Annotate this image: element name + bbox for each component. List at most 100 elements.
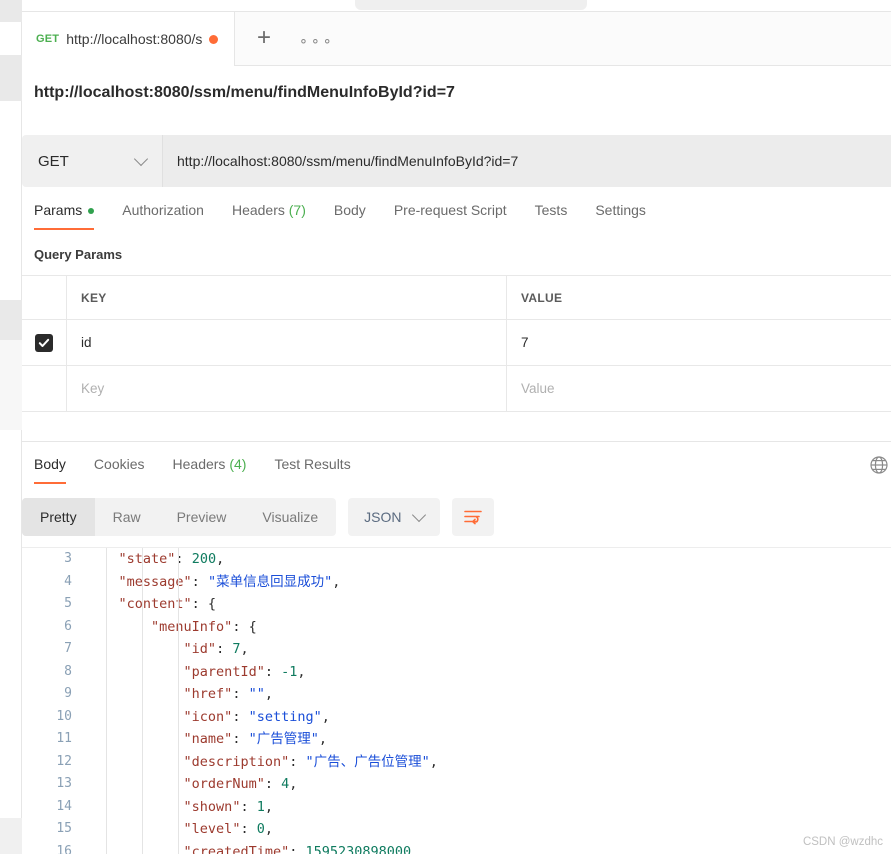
code-text: "orderNum": 4, [183, 776, 298, 792]
code-text: "icon": "setting", [183, 708, 330, 725]
line-number: 6 [64, 618, 72, 634]
tab-params[interactable]: Params [22, 198, 108, 230]
line-number: 10 [56, 708, 72, 724]
code-line: 8 "parentId": -1, [22, 661, 891, 684]
code-line: 14 "shown": 1, [22, 796, 891, 819]
postman-window: GET http://localhost:8080/s + ⚬⚬⚬ http:/… [0, 0, 891, 854]
response-format-select[interactable]: JSON [348, 498, 440, 536]
code-line: 16 "createdTime": 1595230898000, [22, 841, 891, 854]
method-select-value: GET [38, 152, 69, 170]
empty-row-checkbox-cell [22, 366, 67, 411]
response-tab-body[interactable]: Body [22, 452, 80, 484]
code-text: "level": 0, [183, 821, 273, 837]
view-mode-raw[interactable]: Raw [95, 498, 159, 536]
new-value-placeholder[interactable]: Value [521, 381, 555, 396]
code-text: "content": { [118, 596, 217, 612]
vertical-scrollbar-thumb[interactable] [0, 300, 22, 340]
tab-settings[interactable]: Settings [581, 198, 660, 230]
response-tab-test-results[interactable]: Test Results [260, 452, 364, 484]
code-text: "menuInfo": { [151, 618, 257, 635]
code-text: "message": "菜单信息回显成功", [118, 573, 341, 590]
view-mode-visualize-label: Visualize [262, 509, 319, 525]
code-line: 13 "orderNum": 4, [22, 773, 891, 796]
code-text: "parentId": -1, [183, 663, 306, 680]
page-title: http://localhost:8080/ssm/menu/findMenuI… [34, 84, 455, 101]
tab-headers-label: Headers [231, 202, 285, 218]
response-tab-headers-label: Headers [172, 456, 226, 472]
view-mode-preview-label: Preview [176, 509, 227, 525]
plus-icon[interactable]: + [251, 26, 277, 52]
line-number: 3 [64, 551, 72, 566]
code-line: 15 "level": 0, [22, 818, 891, 841]
code-line: 11 "name": "广告管理", [22, 728, 891, 751]
line-number: 4 [64, 573, 72, 589]
json-code: 3 "state": 200, 4 "message": "菜单信息回显成功", 5… [22, 548, 891, 854]
tab-pre-request-script[interactable]: Pre-request Script [380, 198, 521, 230]
global-search-pill[interactable] [355, 0, 587, 10]
tab-params-label: Params [34, 202, 83, 218]
view-mode-preview[interactable]: Preview [159, 498, 245, 536]
view-mode-pretty[interactable]: Pretty [22, 498, 95, 536]
code-line: 3 "state": 200, [22, 548, 891, 571]
tab-authorization[interactable]: Authorization [108, 198, 218, 230]
row-checkbox[interactable] [35, 333, 53, 352]
query-params-table: KEY VALUE id 7 Key Value [22, 275, 891, 454]
method-select[interactable]: GET [22, 135, 162, 187]
query-params-title: Query Params [34, 247, 123, 262]
response-tab-cookies[interactable]: Cookies [80, 452, 159, 484]
row-key-value[interactable]: id [81, 335, 92, 350]
row-value-value[interactable]: 7 [521, 335, 529, 350]
response-body-viewer[interactable]: 3 "state": 200, 4 "message": "菜单信息回显成功", 5… [22, 547, 891, 854]
ellipsis-icon[interactable]: ⚬⚬⚬ [298, 34, 333, 49]
request-tab[interactable]: GET http://localhost:8080/s [22, 12, 235, 66]
code-line: 5 "content": { [22, 593, 891, 616]
tab-settings-label: Settings [595, 202, 646, 218]
column-header-value: VALUE [521, 290, 563, 305]
new-key-placeholder[interactable]: Key [81, 381, 104, 396]
header-checkbox-cell [22, 276, 67, 319]
code-line: 10 "icon": "setting", [22, 706, 891, 729]
params-active-dot [88, 208, 95, 215]
watermark: CSDN @wzdhc [802, 836, 883, 848]
tab-tests-label: Tests [534, 202, 568, 218]
line-number: 9 [64, 686, 72, 701]
view-mode-segmented: Pretty Raw Preview Visualize [22, 498, 337, 536]
response-tab-test-results-label: Test Results [274, 456, 351, 472]
request-url-input[interactable] [162, 135, 891, 187]
left-rail [0, 0, 22, 854]
tab-method-label: GET [36, 33, 60, 45]
globe-icon[interactable] [869, 455, 889, 475]
code-text: "id": 7, [183, 641, 249, 657]
response-tabs: Body Cookies Headers (4) Test Results [22, 452, 891, 488]
code-line: 12 "description": "广告、广告位管理", [22, 751, 891, 774]
tab-tests[interactable]: Tests [521, 198, 582, 230]
response-tab-headers[interactable]: Headers (4) [159, 452, 261, 484]
tab-body-label: Body [333, 202, 366, 218]
code-text: "shown": 1, [183, 798, 273, 815]
wrap-lines-icon[interactable] [451, 498, 494, 536]
chevron-down-icon [133, 151, 149, 167]
view-mode-visualize[interactable]: Visualize [244, 498, 336, 536]
table-row[interactable]: id 7 [22, 320, 891, 366]
rail-segment [0, 818, 22, 854]
response-format-toolbar: Pretty Raw Preview Visualize JSON [22, 496, 891, 538]
rail-segment [0, 0, 22, 22]
line-number: 5 [64, 596, 72, 611]
line-number: 15 [56, 821, 72, 836]
tab-body[interactable]: Body [320, 198, 380, 230]
line-number: 12 [56, 753, 72, 769]
url-bar: GET [22, 135, 891, 187]
table-row-empty[interactable]: Key Value [22, 366, 891, 412]
tab-headers[interactable]: Headers (7) [218, 198, 320, 230]
table-header-row: KEY VALUE [22, 276, 891, 320]
code-line: 9 "href": "", [22, 683, 891, 706]
code-line: 7 "id": 7, [22, 638, 891, 661]
code-text: "name": "广告管理", [183, 731, 327, 747]
rail-segment [0, 340, 22, 430]
code-text: "href": "", [183, 686, 273, 702]
tab-pre-request-script-label: Pre-request Script [393, 202, 507, 218]
code-line: 4 "message": "菜单信息回显成功", [22, 571, 891, 594]
response-format-value: JSON [364, 509, 402, 525]
tab-headers-count: (7) [288, 202, 306, 218]
chevron-down-icon [411, 507, 426, 523]
